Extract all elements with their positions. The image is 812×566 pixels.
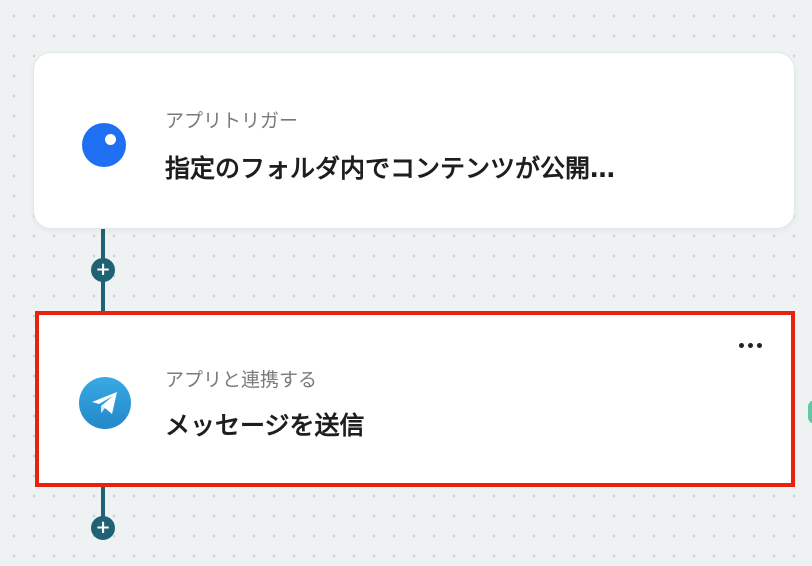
trigger-step-card[interactable]: アプリトリガー 指定のフォルダ内でコンテンツが公開…	[33, 52, 795, 229]
more-options-button[interactable]	[735, 335, 767, 355]
more-icon-dot	[757, 343, 762, 348]
trigger-step-subtitle: アプリトリガー	[165, 110, 299, 132]
plus-icon: +	[95, 259, 111, 280]
action-step-title: メッセージを送信	[165, 411, 365, 440]
telegram-icon	[79, 377, 131, 429]
app-trigger-icon	[82, 123, 126, 167]
side-panel-handle[interactable]	[808, 400, 812, 424]
plus-icon: +	[95, 517, 111, 538]
more-icon-dot	[739, 343, 744, 348]
action-step-subtitle: アプリと連携する	[165, 369, 318, 391]
more-icon-dot	[748, 343, 753, 348]
app-trigger-icon-dot	[105, 134, 116, 145]
paper-plane-icon	[92, 392, 117, 414]
add-step-button[interactable]: +	[91, 258, 115, 282]
action-step-card[interactable]: アプリと連携する メッセージを送信	[35, 311, 795, 487]
trigger-step-title: 指定のフォルダ内でコンテンツが公開…	[165, 154, 616, 183]
add-step-button-bottom[interactable]: +	[91, 516, 115, 540]
